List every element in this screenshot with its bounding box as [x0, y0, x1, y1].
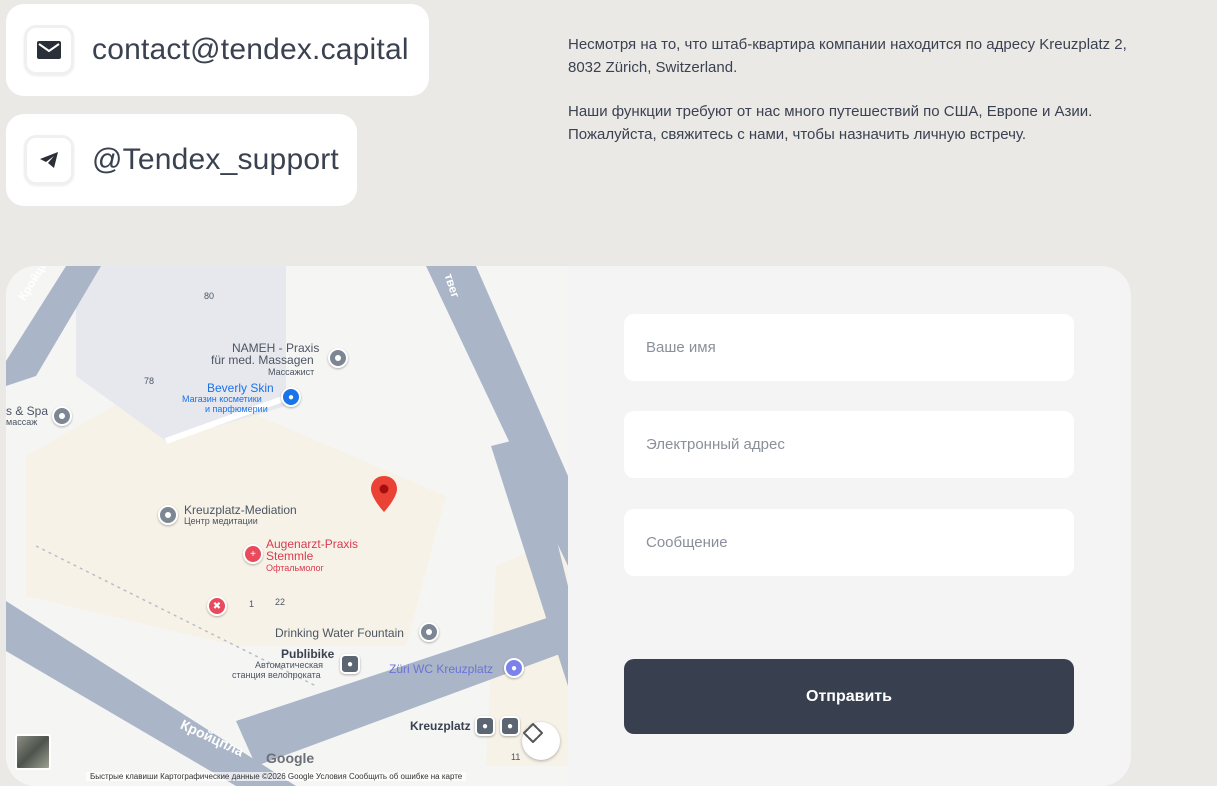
google-logo: Google	[266, 750, 315, 766]
message-input[interactable]	[624, 509, 1074, 576]
map-pin-icon[interactable]	[371, 476, 397, 512]
info-paragraph-travel: Наши функции требуют от нас много путеше…	[568, 103, 1093, 143]
house-number: 78	[144, 376, 155, 386]
telegram-icon	[24, 135, 74, 185]
email-contact-card[interactable]: contact@tendex.capital	[6, 4, 429, 96]
poi-label[interactable]: Züri WC Kreuzplatz	[389, 663, 493, 675]
poi-marker-nameh[interactable]	[328, 348, 348, 368]
poi-label[interactable]: s & Spa	[6, 405, 48, 417]
poi-label[interactable]: Beverly Skin	[207, 382, 274, 394]
email-input[interactable]	[624, 411, 1074, 478]
poi-label[interactable]: Kreuzplatz	[410, 720, 471, 732]
map-footer[interactable]: Быстрые клавиши Картографические данные …	[86, 772, 467, 781]
info-paragraph-address: Несмотря на то, что штаб-квартира компан…	[568, 36, 1127, 76]
poi-category: Центр медитации	[184, 516, 258, 526]
poi-marker-mediation[interactable]	[158, 505, 178, 525]
house-number: 80	[204, 291, 215, 301]
poi-category: массаж	[6, 417, 38, 427]
google-map[interactable]: Кройцштрасс твег Кройцпла 80 78 1 22 11 …	[6, 266, 568, 786]
contact-panel: Кройцштрасс твег Кройцпла 80 78 1 22 11 …	[6, 266, 1131, 786]
satellite-toggle[interactable]	[15, 734, 51, 770]
submit-button[interactable]: Отправить	[624, 659, 1074, 734]
house-number: 11	[511, 752, 521, 762]
poi-label[interactable]: Stemmle	[266, 550, 313, 562]
house-number: 1	[249, 599, 255, 609]
telegram-contact-card[interactable]: @Tendex_support	[6, 114, 357, 206]
poi-category: Массажист	[268, 367, 315, 377]
envelope-icon	[24, 25, 74, 75]
poi-marker-fountain[interactable]	[419, 622, 439, 642]
office-info: Несмотря на то, что штаб-квартира компан…	[568, 34, 1138, 168]
name-input[interactable]	[624, 314, 1074, 381]
house-number: 22	[275, 597, 286, 607]
shopping-bag-icon[interactable]: ●	[281, 387, 301, 407]
poi-category: и парфюмерии	[205, 404, 268, 414]
fullscreen-icon[interactable]	[522, 722, 560, 760]
telegram-handle[interactable]: @Tendex_support	[92, 143, 339, 177]
bus-icon[interactable]: ●	[500, 716, 520, 736]
poi-label[interactable]: für med. Massagen	[211, 354, 314, 366]
bike-icon[interactable]: ●	[340, 654, 360, 674]
poi-label[interactable]: Publibike	[281, 648, 334, 660]
tram-icon[interactable]: ●	[475, 716, 495, 736]
shop-icon[interactable]: ✖	[207, 596, 227, 616]
poi-marker-spa[interactable]	[52, 406, 72, 426]
restroom-icon[interactable]: ●	[504, 658, 524, 678]
email-address[interactable]: contact@tendex.capital	[92, 33, 409, 67]
poi-category: станция велопроката	[232, 670, 321, 680]
poi-category: Магазин косметики	[182, 394, 262, 404]
poi-category: Автоматическая	[255, 660, 323, 670]
poi-category: Офтальмолог	[266, 563, 324, 573]
poi-label[interactable]: Drinking Water Fountain	[275, 627, 404, 639]
medical-icon[interactable]: +	[243, 544, 263, 564]
poi-label[interactable]: Kreuzplatz-Mediation	[184, 504, 297, 516]
